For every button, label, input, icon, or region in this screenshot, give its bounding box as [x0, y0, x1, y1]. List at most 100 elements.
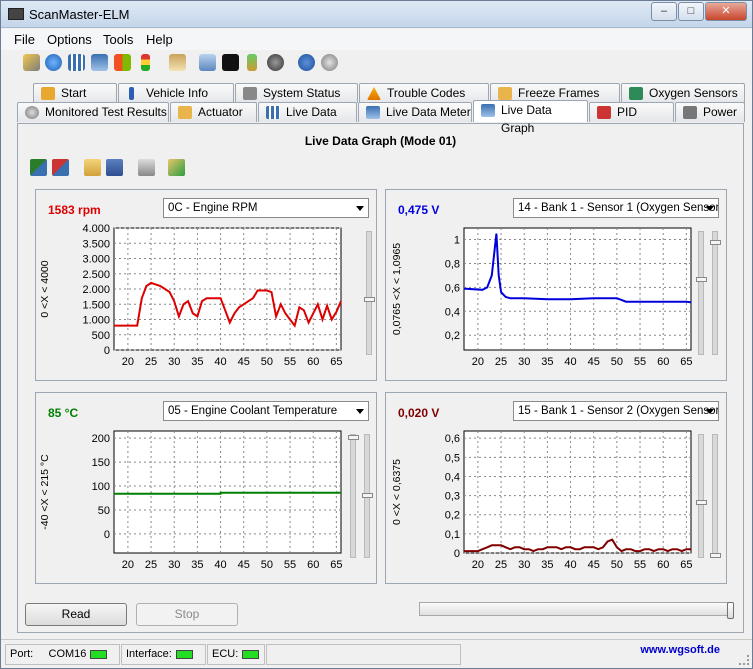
x-tick-label: 20	[122, 356, 134, 368]
offset-slider-thumb[interactable]	[710, 240, 721, 245]
zoom-slider-thumb[interactable]	[696, 277, 707, 282]
offset-slider[interactable]	[710, 434, 721, 558]
windows-icon[interactable]	[114, 54, 131, 71]
status-icon	[243, 87, 257, 100]
snowflake-icon	[498, 87, 512, 100]
pid-icon	[597, 106, 611, 119]
x-tick-label: 25	[495, 356, 507, 368]
read-button[interactable]: Read	[25, 603, 127, 626]
menu-tools[interactable]: Tools	[103, 32, 133, 47]
x-tick-label: 55	[284, 356, 296, 368]
meter-icon[interactable]	[91, 54, 108, 71]
x-tick-label: 30	[518, 356, 530, 368]
y-tick-label: 2.500	[82, 269, 110, 281]
menu-file[interactable]: File	[14, 32, 35, 47]
y-tick-label: 0,3	[445, 491, 460, 503]
open-folder-icon[interactable]	[84, 159, 101, 176]
connect-icon[interactable]	[23, 54, 40, 71]
time-slider-thumb[interactable]	[727, 602, 734, 619]
y-tick-label: 0,8	[445, 258, 460, 270]
save-icon[interactable]	[106, 159, 123, 176]
x-tick-label: 55	[634, 356, 646, 368]
tab-live-data-meter[interactable]: Live Data Meter	[358, 102, 472, 122]
x-tick-label: 35	[541, 356, 553, 368]
x-tick-label: 45	[588, 356, 600, 368]
maximize-button[interactable]: □	[678, 2, 704, 21]
zoom-slider-thumb[interactable]	[696, 500, 707, 505]
zoom-slider-thumb[interactable]	[348, 435, 359, 440]
info-icon	[129, 87, 134, 100]
tab-live-data-graph[interactable]: Live Data Graph	[473, 100, 588, 135]
tab-vehicle-info[interactable]: Vehicle Info	[118, 83, 234, 103]
clipboard-icon[interactable]	[169, 54, 186, 71]
ecu-status: ECU:	[207, 644, 265, 665]
battery-icon[interactable]	[247, 54, 257, 71]
sensor-icon	[629, 87, 643, 100]
globe-icon[interactable]	[45, 54, 62, 71]
time-slider[interactable]	[419, 602, 734, 619]
y-tick-label: 100	[92, 481, 110, 493]
zoom-slider[interactable]	[348, 434, 359, 558]
x-tick-label: 45	[588, 559, 600, 571]
plot-background	[463, 430, 692, 554]
minimize-button[interactable]: –	[651, 2, 677, 21]
print-icon[interactable]	[138, 159, 155, 176]
zoom-slider-thumb[interactable]	[364, 297, 375, 302]
export-icon[interactable]	[168, 159, 185, 176]
tab-system-status[interactable]: System Status	[235, 83, 358, 103]
grid-icon[interactable]	[68, 54, 85, 71]
y-tick-label: 1.500	[82, 299, 110, 311]
x-tick-label: 60	[307, 356, 319, 368]
x-tick-label: 40	[214, 559, 226, 571]
x-tick-label: 35	[191, 356, 203, 368]
terminal-icon[interactable]	[222, 54, 239, 71]
tab-start[interactable]: Start	[33, 83, 117, 103]
zoom-slider[interactable]	[696, 434, 707, 558]
tab-actuator[interactable]: Actuator	[170, 102, 257, 122]
x-tick-label: 65	[680, 559, 692, 571]
graph-icon	[481, 104, 495, 117]
window-title: ScanMaster-ELM	[29, 7, 130, 22]
y-tick-label: 1	[454, 235, 460, 247]
interface-status: Interface:	[121, 644, 206, 665]
y-tick-label: 2.000	[82, 284, 110, 296]
x-tick-label: 55	[634, 559, 646, 571]
tab-live-data-grid[interactable]: Live Data Grid	[258, 102, 357, 137]
x-tick-label: 65	[680, 356, 692, 368]
tab-power[interactable]: Power	[675, 102, 745, 122]
website-link[interactable]: www.wgsoft.de	[640, 644, 720, 656]
x-tick-label: 30	[518, 559, 530, 571]
gear-icon	[25, 106, 39, 119]
tab-oxygen-sensors[interactable]: Oxygen Sensors	[621, 83, 745, 103]
remove-graph-icon[interactable]	[52, 159, 69, 176]
x-tick-label: 45	[238, 356, 250, 368]
monitor-icon[interactable]	[199, 54, 216, 71]
x-tick-label: 40	[564, 559, 576, 571]
meter-icon	[366, 106, 380, 119]
x-tick-label: 30	[168, 559, 180, 571]
tab-trouble-codes[interactable]: Trouble Codes	[359, 83, 489, 103]
info-icon[interactable]	[298, 54, 315, 71]
offset-slider[interactable]	[362, 434, 373, 558]
traffic-light-icon[interactable]	[141, 54, 150, 71]
resize-grip[interactable]	[739, 655, 749, 665]
y-axis-label: 0,0765 <X < 1,0965	[391, 243, 403, 335]
help-icon[interactable]	[321, 54, 338, 71]
offset-slider-thumb[interactable]	[362, 493, 373, 498]
close-button[interactable]: ✕	[705, 2, 747, 21]
zoom-slider[interactable]	[364, 231, 375, 355]
tab-monitored-test-results[interactable]: Monitored Test Results	[17, 102, 169, 122]
menu-options[interactable]: Options	[47, 32, 92, 47]
menu-help[interactable]: Help	[146, 32, 173, 47]
live-data-graph-panel: Live Data Graph (Mode 01) 1583 rpm 0C - …	[17, 123, 744, 633]
zoom-slider[interactable]	[696, 231, 707, 355]
panel-title: Live Data Graph (Mode 01)	[304, 134, 457, 148]
offset-slider[interactable]	[710, 231, 721, 355]
add-graph-icon[interactable]	[30, 159, 47, 176]
tab-pid-config[interactable]: PID Config	[589, 102, 674, 137]
tachometer-icon[interactable]	[267, 54, 284, 71]
interface-led	[175, 649, 193, 659]
graph-engine-rpm: 1583 rpm 0C - Engine RPM 20 25 30 35 40 45 50 5…	[35, 189, 377, 381]
stop-button[interactable]: Stop	[136, 603, 238, 626]
offset-slider-thumb[interactable]	[710, 553, 721, 558]
